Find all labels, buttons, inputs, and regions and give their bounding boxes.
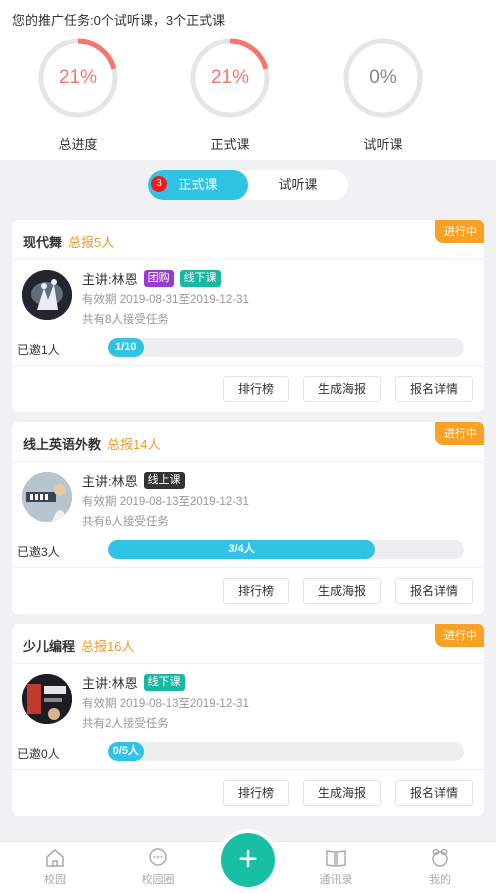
status-badge: 进行中 [435,422,484,445]
course-thumbnail [22,674,72,724]
tab-campus[interactable]: 校园 [25,847,85,887]
progress-percent: 0% [369,67,397,88]
course-title: 线上英语外教 [23,437,102,452]
total-signups: 总报5人 [68,235,115,250]
progress-percent: 21% [58,67,98,88]
valid-period: 有效期 2019-08-13至2019-12-31 [82,698,249,710]
invite-progress-bar: 3/4人 [108,540,464,559]
progress-panel: 您的推广任务:0个试听课，3个正式课 21% 总进度 21% 正式课 0% 试听… [0,0,496,160]
card-header: 少儿编程 总报16人 进行中 [12,624,484,664]
invite-progress-bar: 1/10 [108,338,464,357]
teacher-name: 主讲:林恩 [82,474,138,489]
ranking-button[interactable]: 排行榜 [223,578,289,604]
status-badge: 进行中 [435,220,484,243]
course-card[interactable]: 现代舞 总报5人 进行中 主讲:林恩 团购 线下课 有效期 2019-08-31至… [12,220,484,412]
progress-label: 总进度 [58,137,98,152]
total-signups: 总报14人 [107,437,161,452]
valid-period: 有效期 2019-08-31至2019-12-31 [82,294,249,306]
progress-percent: 21% [210,67,250,88]
tab-mine[interactable]: 我的 [410,847,470,887]
signup-details-button[interactable]: 报名详情 [395,780,473,806]
accepted-count: 共有8人接受任务 [82,314,169,326]
tab-label: 试听课 [278,177,318,192]
signup-details-button[interactable]: 报名详情 [395,578,473,604]
tab-campus-circle[interactable]: 校园圈 [128,847,188,887]
chat-icon [149,848,167,866]
tab-label: 正式课 [178,177,218,192]
book-icon [326,850,346,867]
add-button[interactable]: + [221,833,275,887]
valid-period: 有效期 2019-08-13至2019-12-31 [82,496,249,508]
tag-offline: 线下课 [179,270,221,287]
card-header: 线上英语外教 总报14人 进行中 [12,422,484,462]
profile-icon [432,848,448,867]
tab-trial-course[interactable]: 试听课 [248,170,348,200]
invited-count: 已邀1人 [17,343,60,357]
card-header: 现代舞 总报5人 进行中 [12,220,484,260]
ranking-button[interactable]: 排行榜 [223,780,289,806]
course-card[interactable]: 少儿编程 总报16人 进行中 主讲:林恩 线下课 有效期 2019-08-13至2… [12,624,484,816]
invited-count: 已邀3人 [17,545,60,559]
course-thumbnail [22,472,72,522]
tab-label: 通讯录 [319,874,353,886]
progress-ring-formal: 21% [190,38,270,118]
invite-progress-fill: 3/4人 [108,540,375,559]
progress-ring-total: 21% [38,38,118,118]
tab-label: 校园 [44,874,66,886]
generate-poster-button[interactable]: 生成海报 [303,780,381,806]
tag-group-buy: 团购 [143,270,174,287]
invite-progress-fill: 1/10 [108,338,144,357]
invite-progress-bar: 0/5人 [108,742,464,761]
course-type-switch: 3 正式课 试听课 [148,170,348,200]
course-card[interactable]: 线上英语外教 总报14人 进行中 主讲:林恩 线上课 有效期 2019-08-13… [12,422,484,614]
divider [12,365,484,366]
generate-poster-button[interactable]: 生成海报 [303,578,381,604]
home-icon [46,849,64,867]
progress-ring-trial: 0% [343,38,423,118]
teacher-name: 主讲:林恩 [82,272,138,287]
divider [12,769,484,770]
course-thumbnail [22,270,72,320]
tag-offline: 线下课 [143,674,185,691]
total-signups: 总报16人 [81,639,135,654]
tab-contacts[interactable]: 通讯录 [306,847,366,887]
status-badge: 进行中 [435,624,484,647]
invite-progress-fill: 0/5人 [108,742,144,761]
ranking-button[interactable]: 排行榜 [223,376,289,402]
invited-count: 已邀0人 [17,747,60,761]
course-title: 现代舞 [23,235,63,250]
accepted-count: 共有2人接受任务 [82,718,169,730]
count-badge: 3 [151,176,167,192]
tag-online: 线上课 [143,472,185,489]
progress-label: 试听课 [363,137,403,152]
tab-label: 校园圈 [141,874,175,886]
divider [12,567,484,568]
teacher-name: 主讲:林恩 [82,676,138,691]
accepted-count: 共有6人接受任务 [82,516,169,528]
task-summary: 您的推广任务:0个试听课，3个正式课 [12,13,226,28]
tab-label: 我的 [429,874,451,886]
signup-details-button[interactable]: 报名详情 [395,376,473,402]
progress-label: 正式课 [210,137,250,152]
course-title: 少儿编程 [23,639,76,654]
generate-poster-button[interactable]: 生成海报 [303,376,381,402]
tab-formal-course[interactable]: 3 正式课 [148,170,248,200]
